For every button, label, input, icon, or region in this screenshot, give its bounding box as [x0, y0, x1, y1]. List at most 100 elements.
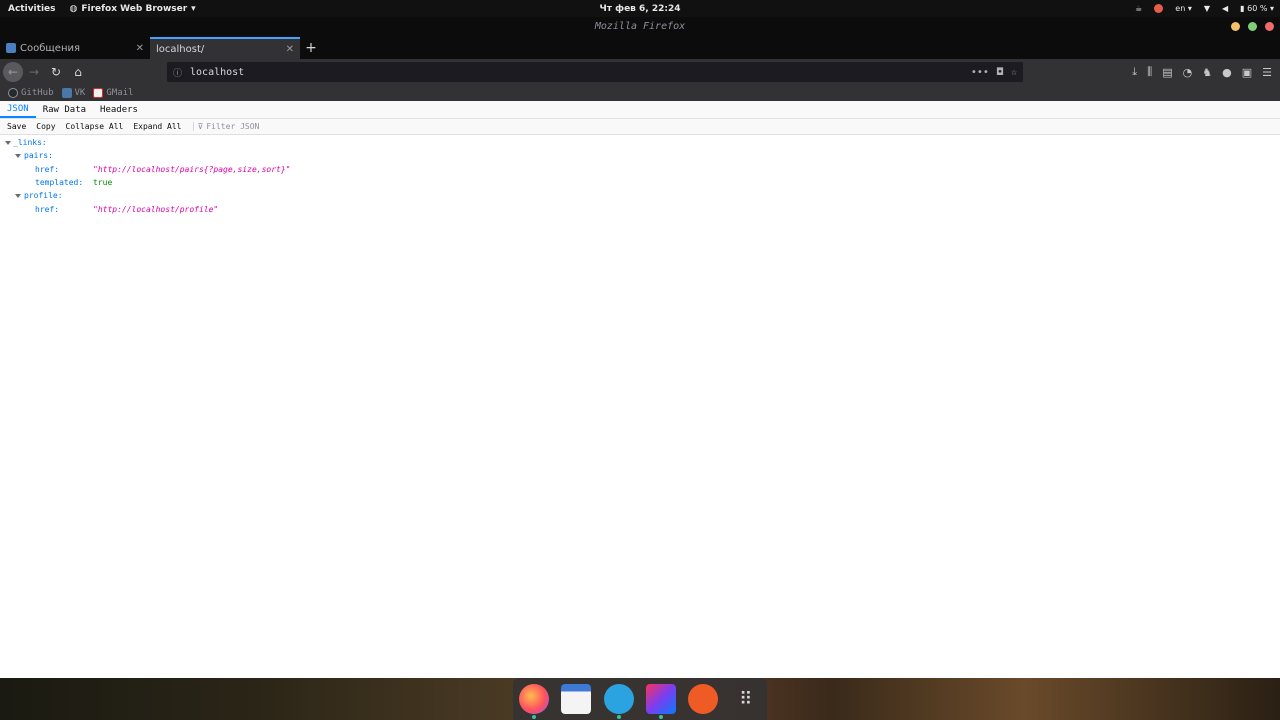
tab-raw-data[interactable]: Raw Data: [36, 101, 93, 118]
language-label: en: [1175, 4, 1186, 13]
url-bar-actions: ••• ◘ ☆: [971, 62, 1017, 82]
json-key: templated:: [35, 178, 84, 188]
extension-circle-icon[interactable]: ●: [1222, 66, 1232, 79]
site-info-icon[interactable]: ⓘ: [173, 66, 182, 79]
app-menu-button[interactable]: ◍ Firefox Web Browser ▾: [70, 4, 196, 14]
github-icon: [8, 88, 18, 98]
vk-icon: [61, 88, 72, 98]
page-actions-icon[interactable]: •••: [971, 67, 989, 78]
save-button[interactable]: Save: [4, 122, 29, 131]
window-title-bar: Mozilla Firefox: [0, 17, 1280, 37]
json-key: href:: [35, 164, 60, 174]
bookmark-label: GMail: [106, 88, 134, 98]
window-controls: [1231, 22, 1274, 31]
running-indicator: [532, 715, 537, 719]
close-window-button[interactable]: [1265, 22, 1274, 31]
close-tab-icon[interactable]: ✕: [136, 43, 144, 54]
tree-row[interactable]: href: "http://localhost/pairs{?page,size…: [0, 163, 1280, 176]
url-text[interactable]: localhost: [190, 67, 244, 78]
tab-localhost[interactable]: localhost/ ✕: [150, 37, 300, 59]
json-viewer-tabs: JSON Raw Data Headers: [0, 101, 1280, 119]
json-key: profile:: [24, 191, 63, 201]
system-top-bar: Activities ◍ Firefox Web Browser ▾ Чт фе…: [0, 0, 1280, 17]
extension-icon[interactable]: ♞: [1202, 66, 1212, 79]
language-indicator[interactable]: en ▾: [1175, 4, 1192, 13]
running-indicator: [659, 715, 664, 719]
json-tree: _links: pairs: href: "http://localhost/p…: [0, 136, 1280, 216]
tree-row[interactable]: profile:: [0, 189, 1280, 202]
json-toolbar: Save Copy Collapse All Expand All ⊽ Filt…: [0, 119, 1280, 135]
pocket-icon[interactable]: ◘: [997, 67, 1003, 78]
copy-button[interactable]: Copy: [33, 122, 58, 131]
filter-icon: ⊽: [197, 122, 204, 131]
tree-row[interactable]: _links:: [0, 136, 1280, 149]
chevron-down-icon: ▾: [191, 3, 196, 14]
gmail-icon: [93, 88, 104, 98]
expand-toggle-icon[interactable]: [15, 153, 21, 158]
tab-headers[interactable]: Headers: [93, 101, 145, 118]
firefox-app-icon: ◍: [69, 3, 78, 14]
sync-icon[interactable]: ◔: [1183, 66, 1193, 79]
tree-row[interactable]: pairs:: [0, 149, 1280, 162]
app-grid-icon[interactable]: ⠿: [731, 684, 761, 714]
app-indicator-icon[interactable]: [1154, 4, 1164, 13]
filter-placeholder: Filter JSON: [206, 122, 260, 131]
json-string-value: "http://localhost/profile": [93, 204, 219, 214]
telegram-icon[interactable]: [603, 684, 634, 719]
app-menu-label: Firefox Web Browser: [81, 3, 188, 14]
tree-row[interactable]: href: "http://localhost/profile": [0, 202, 1280, 215]
intellij-icon[interactable]: [646, 684, 677, 719]
window-title: Mozilla Firefox: [594, 21, 686, 32]
close-tab-icon[interactable]: ✕: [286, 44, 294, 55]
json-key: pairs:: [24, 151, 53, 161]
toolbar-icons: ⤓ ⫼ ▤ ◔ ♞ ● ▣ ☰: [1132, 59, 1272, 85]
battery-indicator[interactable]: ▮ 60 % ▾: [1240, 4, 1274, 13]
url-bar[interactable]: ⓘ localhost ••• ◘ ☆: [167, 62, 1023, 82]
bookmark-github[interactable]: GitHub: [8, 88, 54, 98]
forward-button[interactable]: →: [23, 61, 45, 83]
tab-title: localhost/: [156, 43, 205, 55]
filter-json-field[interactable]: ⊽ Filter JSON: [192, 122, 260, 131]
navigation-toolbar: ← → ↻ ⌂ ⓘ localhost ••• ◘ ☆ ⤓ ⫼ ▤ ◔ ♞ ● …: [0, 59, 1280, 85]
tab-messages[interactable]: Сообщения ✕: [0, 37, 150, 59]
back-button[interactable]: ←: [3, 62, 23, 82]
bookmark-star-icon[interactable]: ☆: [1011, 67, 1017, 78]
wifi-icon[interactable]: ▼: [1204, 4, 1210, 13]
postman-icon[interactable]: [688, 684, 719, 714]
reload-button[interactable]: ↻: [45, 61, 67, 83]
downloads-icon[interactable]: ⤓: [1132, 65, 1137, 79]
json-key: _links:: [13, 138, 47, 148]
home-button[interactable]: ⌂: [67, 61, 89, 83]
tree-row[interactable]: templated: true: [0, 176, 1280, 189]
dock: ⠿: [513, 678, 767, 720]
expand-toggle-icon[interactable]: [15, 193, 21, 198]
chat-favicon-icon: [6, 43, 16, 53]
tab-json[interactable]: JSON: [0, 101, 36, 118]
bookmark-vk[interactable]: VK: [61, 88, 86, 98]
json-bool-value: true: [93, 178, 113, 188]
expand-toggle-icon[interactable]: [5, 140, 11, 145]
sidebar-icon[interactable]: ▤: [1162, 66, 1172, 79]
library-icon[interactable]: ⫼: [1147, 65, 1152, 79]
files-icon[interactable]: [561, 684, 592, 714]
firefox-icon[interactable]: [519, 684, 550, 719]
volume-icon[interactable]: ◀: [1222, 4, 1228, 13]
tab-strip: Сообщения ✕ localhost/ ✕ +: [0, 37, 1280, 59]
desktop-wallpaper-strip: ⠿: [0, 678, 1280, 720]
coffee-icon[interactable]: ☕: [1135, 4, 1142, 13]
json-key: href:: [35, 204, 60, 214]
bookmark-gmail[interactable]: GMail: [93, 88, 133, 98]
maximize-button[interactable]: [1248, 22, 1257, 31]
bookmark-label: VK: [74, 88, 86, 98]
minimize-button[interactable]: [1231, 22, 1240, 31]
system-tray: ☕ en ▾ ▼ ◀ ▮ 60 % ▾: [1135, 0, 1274, 17]
running-indicator: [616, 715, 621, 719]
collapse-all-button[interactable]: Collapse All: [63, 122, 127, 131]
translate-icon[interactable]: ▣: [1242, 66, 1252, 79]
hamburger-menu-icon[interactable]: ☰: [1262, 66, 1272, 79]
tab-title: Сообщения: [20, 42, 81, 54]
activities-button[interactable]: Activities: [8, 4, 56, 14]
expand-all-button[interactable]: Expand All: [130, 122, 184, 131]
battery-label: 60 %: [1247, 4, 1268, 13]
new-tab-button[interactable]: +: [300, 37, 322, 59]
